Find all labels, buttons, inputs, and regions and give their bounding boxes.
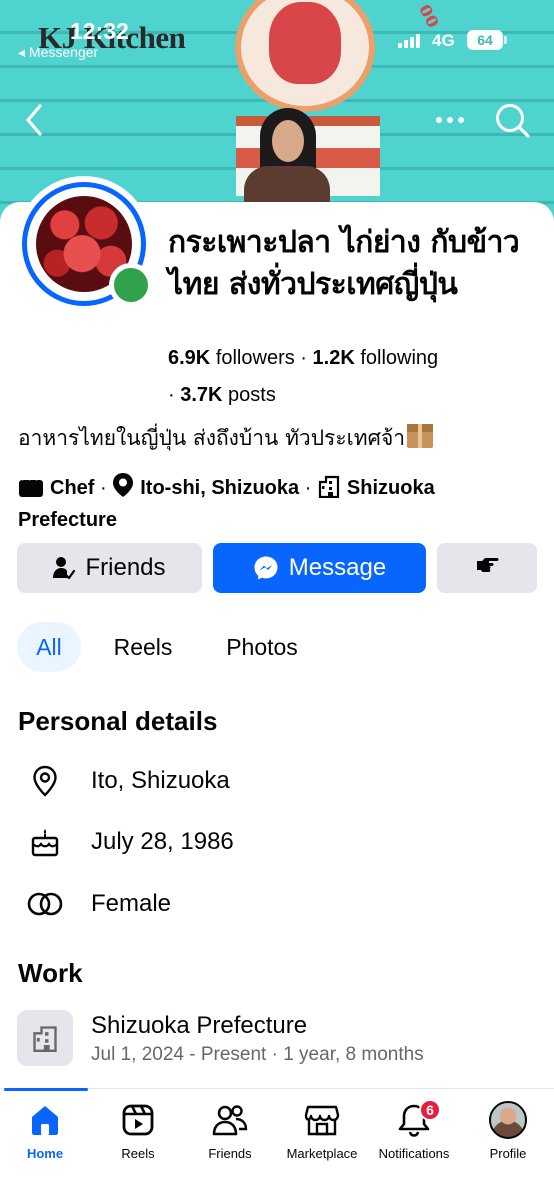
building-icon: [317, 474, 341, 506]
nav-profile-label: Profile: [489, 1146, 527, 1161]
pointing-hand-icon: [475, 554, 499, 582]
battery-icon: 64: [467, 30, 507, 50]
home-icon: [28, 1101, 62, 1139]
signal-icon: [398, 34, 420, 48]
tab-photos[interactable]: Photos: [210, 622, 314, 672]
friends-button[interactable]: Friends: [17, 543, 202, 593]
followers-stat[interactable]: 6.9K followers: [168, 347, 295, 369]
notifications-badge: 6: [419, 1099, 441, 1121]
active-tab-indicator: [4, 1088, 88, 1091]
cake-icon: [18, 827, 72, 857]
friends-button-label: Friends: [85, 554, 166, 581]
detail-location: Ito, Shizuoka: [91, 767, 230, 794]
battery-level: 64: [477, 32, 493, 48]
friends-check-icon: [53, 556, 76, 580]
profile-bio: อาหารไทยในญี่ปุ่น ส่งถึงบ้าน ทัวประเทศจ้…: [18, 420, 538, 456]
intro-line: Chef · Ito-shi, Shizuoka · Shizuoka Pref…: [18, 472, 538, 534]
profile-stats: 6.9K followers · 1.2K following · 3.7K p…: [168, 347, 439, 406]
detail-birthday-row: July 28, 1986: [18, 817, 538, 867]
message-button[interactable]: Message: [213, 543, 426, 593]
building-icon: [17, 1010, 73, 1066]
nav-home-label: Home: [26, 1146, 64, 1161]
nav-friends[interactable]: Friends: [184, 1101, 276, 1163]
detail-birthday: July 28, 1986: [91, 828, 234, 855]
nav-reels-label: Reels: [121, 1146, 155, 1161]
following-stat[interactable]: 1.2K following: [313, 347, 439, 369]
posts-stat[interactable]: 3.7K posts: [180, 384, 276, 406]
personal-details-title: Personal details: [18, 706, 218, 736]
nav-notifications[interactable]: 6 Notifications: [368, 1099, 460, 1163]
detail-location-row: Ito, Shizuoka: [18, 756, 538, 806]
nav-profile[interactable]: Profile: [462, 1101, 554, 1163]
more-actions-button[interactable]: [437, 543, 537, 593]
friends-icon: [212, 1101, 248, 1139]
detail-gender: Female: [91, 890, 172, 917]
bottom-nav: Home Reels Friends Marketplace 6 Notific…: [0, 1088, 554, 1200]
search-icon[interactable]: [492, 100, 532, 140]
network-type: 4G: [432, 31, 455, 50]
work-period: Jul 1, 2024 - Present · 1 year, 8 months: [91, 1044, 424, 1065]
more-icon[interactable]: [434, 106, 466, 134]
location-pin-icon: [112, 472, 134, 506]
bell-icon: 6: [397, 1099, 441, 1139]
work-title: Work: [18, 958, 83, 988]
tab-reels[interactable]: Reels: [100, 622, 186, 672]
messenger-icon: [253, 555, 279, 581]
profile-name: กระเพาะปลา ไก่ย่าง กับข้าวไทย ส่งทั่วประ…: [168, 225, 520, 302]
nav-home[interactable]: Home: [0, 1101, 91, 1163]
marketplace-icon: [304, 1101, 340, 1139]
intro-location: Ito-shi, Shizuoka: [140, 477, 300, 499]
tab-all[interactable]: All: [17, 622, 81, 672]
online-status-dot: [109, 263, 153, 307]
chevron-left-icon[interactable]: [18, 100, 50, 140]
nav-reels[interactable]: Reels: [92, 1101, 184, 1163]
nav-friends-label: Friends: [208, 1146, 252, 1161]
detail-gender-row: Female: [18, 879, 538, 929]
gender-icon: [18, 891, 72, 917]
status-time: 12:32: [70, 18, 129, 44]
profile-avatar: [489, 1101, 527, 1139]
message-button-label: Message: [288, 554, 387, 581]
status-bar: 12:32 ◂ Messenger 4G 64: [0, 0, 554, 62]
location-pin-icon: [18, 765, 72, 797]
back-to-messenger[interactable]: ◂ Messenger: [18, 44, 98, 61]
briefcase-icon: [18, 476, 44, 506]
nav-marketplace-label: Marketplace: [286, 1146, 358, 1161]
work-employer[interactable]: Shizuoka Prefecture: [91, 1012, 307, 1040]
reels-icon: [121, 1101, 155, 1139]
nav-marketplace[interactable]: Marketplace: [276, 1101, 368, 1163]
intro-job: Chef: [50, 477, 95, 499]
package-emoji-icon: [407, 424, 434, 448]
nav-notifications-label: Notifications: [378, 1146, 450, 1161]
